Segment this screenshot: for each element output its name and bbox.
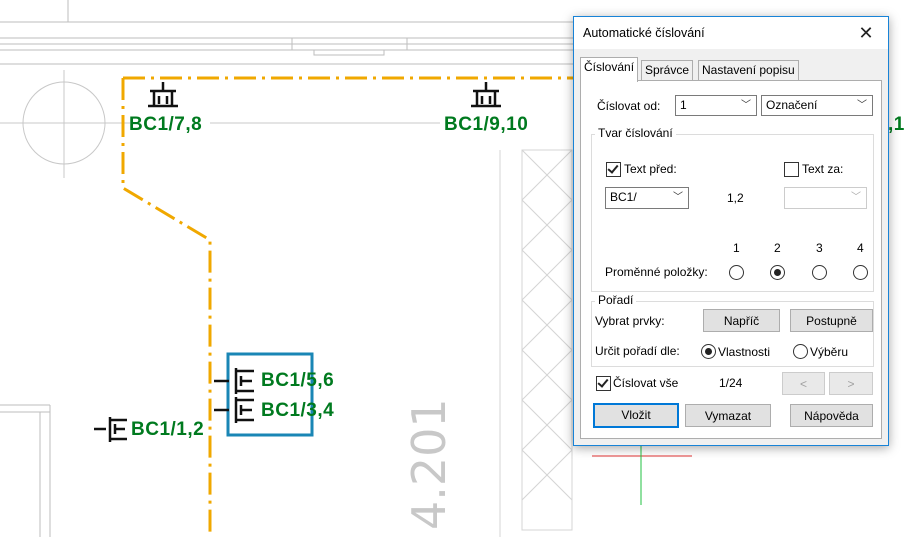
designation-select[interactable]: Označení ﹀	[761, 95, 873, 116]
tab-cislovani[interactable]: Číslování	[580, 57, 639, 82]
help-button[interactable]: Nápověda	[790, 404, 873, 427]
socket-symbol-top-left[interactable]	[148, 82, 178, 108]
chevron-down-icon: ﹀	[851, 192, 861, 203]
label-bc1-3-4[interactable]: BC1/3,4	[261, 400, 334, 422]
label-bc1-partial[interactable]: ,1	[888, 114, 905, 136]
socket-symbol-56[interactable]	[214, 368, 254, 394]
across-button[interactable]: Napříč	[703, 309, 780, 332]
top-wall-lines	[0, 0, 600, 65]
number-from-value: 1	[680, 98, 687, 112]
select-items-label: Vybrat prvky:	[595, 314, 665, 328]
order-by-label: Určit pořadí dle:	[595, 344, 680, 358]
variable-item-radio-2[interactable]	[770, 265, 785, 280]
order-selection-label: Výběru	[810, 345, 849, 359]
variable-item-radio-4[interactable]	[853, 265, 868, 280]
number-from-label: Číslovat od:	[597, 99, 661, 113]
close-icon[interactable]: ✕	[844, 17, 888, 49]
text-after-label: Text za:	[802, 162, 844, 176]
order-selection-radio[interactable]	[793, 344, 808, 359]
previous-button[interactable]: <	[782, 372, 825, 395]
variable-item-number-3: 3	[816, 241, 823, 255]
form-group-label: Tvar číslování	[595, 126, 676, 140]
socket-symbol-34[interactable]	[214, 397, 254, 423]
variable-item-radio-3[interactable]	[812, 265, 827, 280]
dialog-titlebar[interactable]: Automatické číslování ✕	[574, 17, 888, 49]
numbering-preview: 1,2	[727, 191, 744, 205]
label-bc1-7-8[interactable]: BC1/7,8	[129, 114, 202, 136]
order-properties-radio[interactable]	[701, 344, 716, 359]
insert-button[interactable]: Vložit	[593, 403, 679, 428]
next-button[interactable]: >	[829, 372, 873, 395]
lower-left-walls	[0, 404, 51, 537]
socket-symbol-12[interactable]	[94, 417, 127, 442]
chevron-down-icon: ﹀	[857, 100, 867, 111]
socket-symbol-top-middle[interactable]	[471, 82, 501, 108]
gradually-button[interactable]: Postupně	[790, 309, 873, 332]
label-bc1-9-10[interactable]: BC1/9,10	[444, 114, 528, 136]
cursor-crosshair	[592, 444, 692, 505]
label-bc1-1-2[interactable]: BC1/1,2	[131, 419, 204, 441]
variable-item-radio-1[interactable]	[729, 265, 744, 280]
number-all-checkbox[interactable]	[596, 376, 611, 391]
designation-value: Označení	[766, 98, 818, 112]
variable-items-label: Proměnné položky:	[605, 265, 708, 279]
prefix-select[interactable]: BC1/ ﹀	[605, 187, 689, 209]
variable-item-number-2: 2	[774, 241, 781, 255]
counter-text: 1/24	[719, 376, 743, 390]
grid-axis-circle	[0, 70, 440, 178]
tab-panel-cislovani: Číslovat od: 1 ﹀ Označení ﹀ Tvar číslová…	[580, 80, 882, 439]
tab-nastaveni-popisu[interactable]: Nastavení popisu	[698, 60, 799, 81]
suffix-select[interactable]: ﹀	[784, 187, 867, 209]
dialog-title: Automatické číslování	[583, 26, 705, 40]
label-bc1-5-6[interactable]: BC1/5,6	[261, 370, 334, 392]
chevron-down-icon: ﹀	[741, 100, 751, 111]
number-from-select[interactable]: 1 ﹀	[675, 95, 757, 116]
chevron-down-icon: ﹀	[673, 192, 683, 203]
text-before-checkbox[interactable]	[606, 162, 621, 177]
selection-box[interactable]	[226, 352, 314, 437]
order-group-label: Pořadí	[595, 293, 637, 307]
prefix-value: BC1/	[610, 190, 637, 204]
auto-numbering-dialog: Automatické číslování ✕ Číslování Správc…	[573, 16, 889, 446]
variable-item-number-4: 4	[857, 241, 864, 255]
number-all-label: Číslovat vše	[613, 376, 679, 390]
tab-spravce[interactable]: Správce	[641, 60, 694, 81]
text-after-checkbox[interactable]	[784, 162, 799, 177]
delete-button[interactable]: Vymazat	[685, 404, 771, 427]
text-before-label: Text před:	[624, 162, 677, 176]
room-number: 4.201	[402, 398, 456, 530]
variable-item-number-1: 1	[733, 241, 740, 255]
order-properties-label: Vlastnosti	[718, 345, 771, 359]
